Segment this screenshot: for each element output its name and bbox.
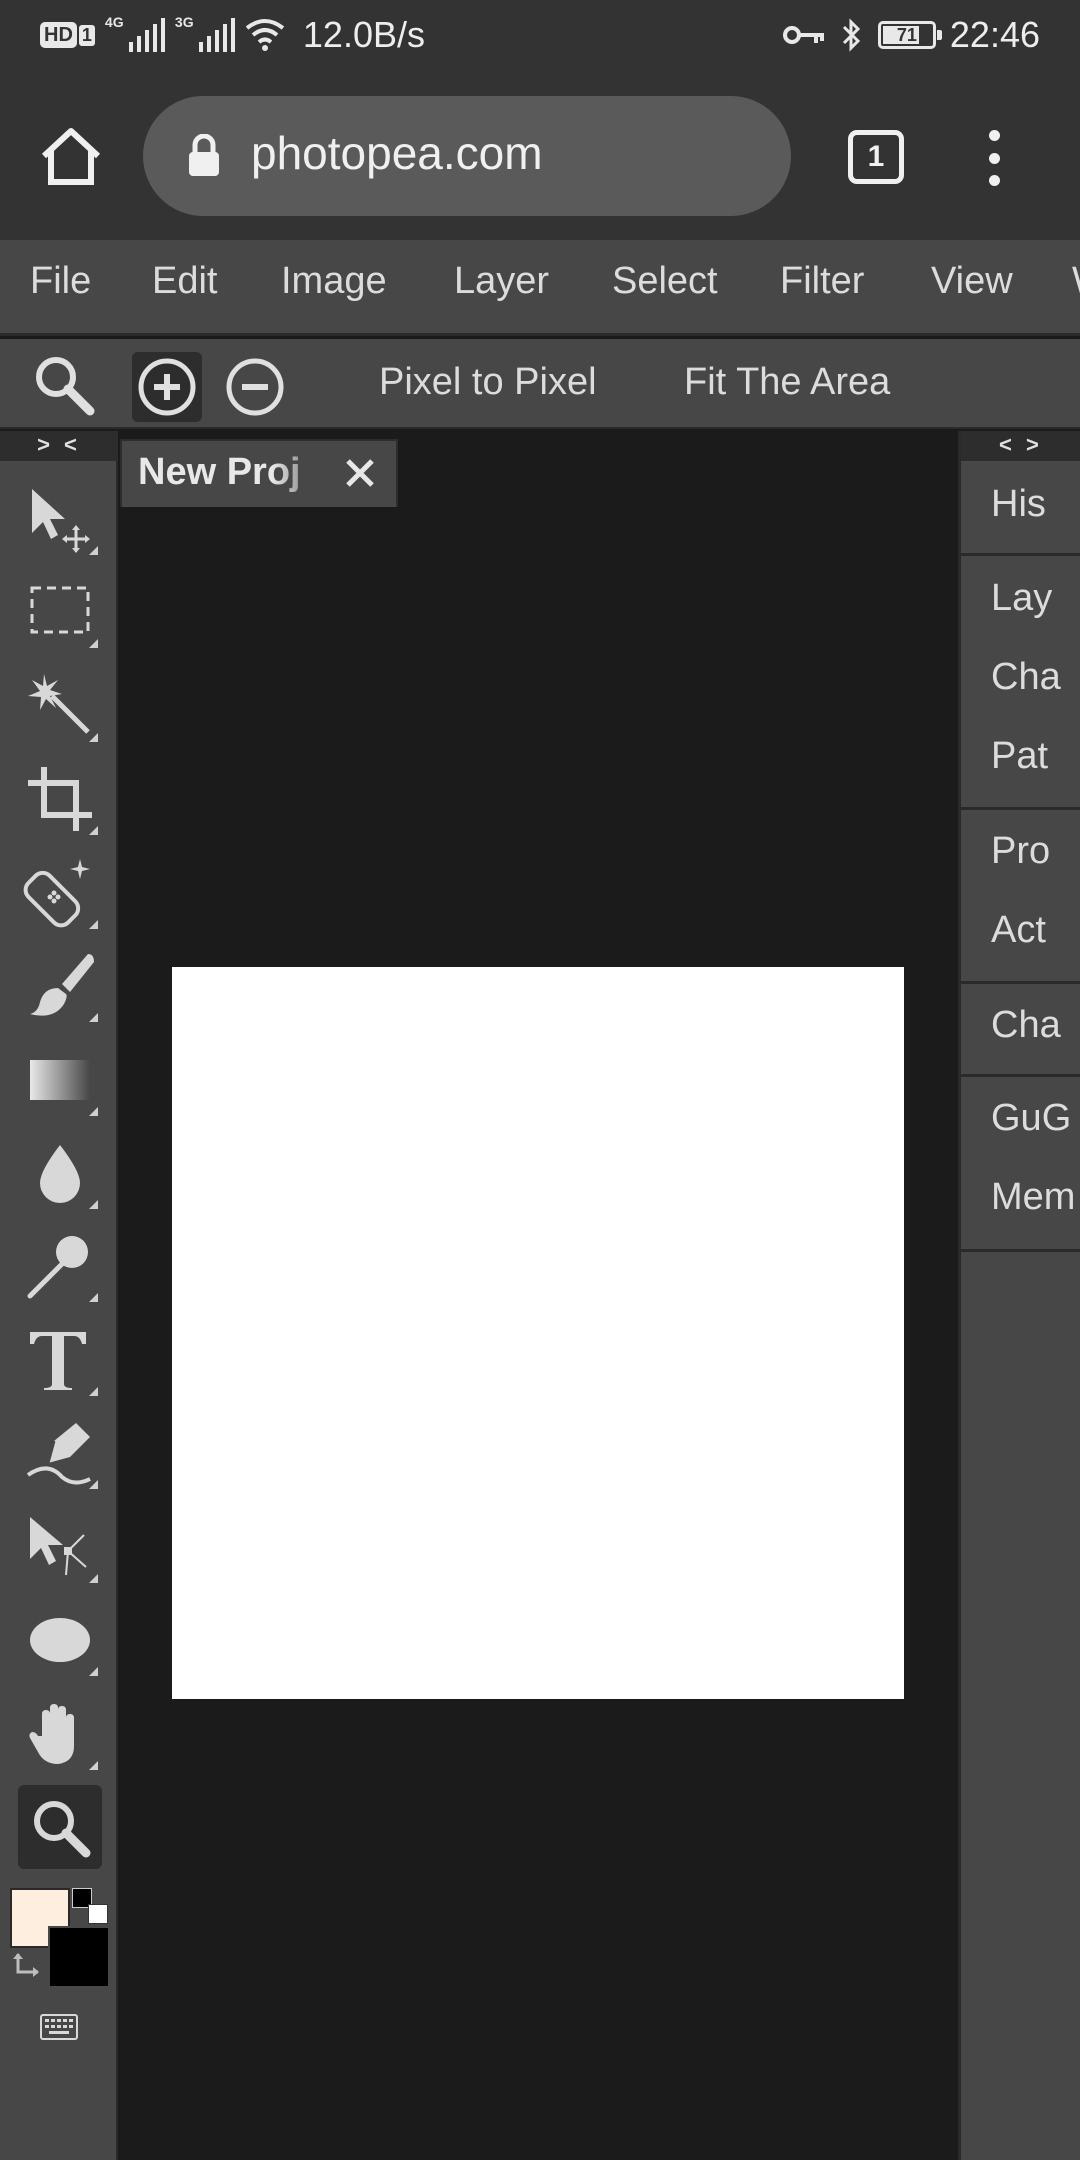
zoom-in-button[interactable] xyxy=(132,352,202,422)
status-bar: HD 1 4G 3G 12.0B/s 71 22:46 xyxy=(0,0,1080,76)
hand-tool-button[interactable] xyxy=(18,1692,102,1776)
url-text: photopea.com xyxy=(251,127,543,179)
pixel-to-pixel-button[interactable]: Pixel to Pixel xyxy=(379,361,597,404)
home-icon[interactable] xyxy=(38,126,104,186)
app-menu-bar: File Edit Image Layer Select Filter View… xyxy=(0,240,1080,336)
menu-edit[interactable]: Edit xyxy=(152,260,217,303)
document-canvas[interactable] xyxy=(172,967,904,1699)
browser-menu-icon[interactable] xyxy=(986,130,1002,186)
panel-actions[interactable]: Act xyxy=(991,909,1046,952)
swap-colors-icon[interactable] xyxy=(12,1950,48,1986)
zoom-out-icon[interactable] xyxy=(220,352,290,422)
signal-4g-icon: 4G xyxy=(105,14,165,52)
move-tool-button[interactable] xyxy=(18,477,102,561)
background-color-swatch[interactable] xyxy=(48,1926,110,1988)
battery-level: 71 xyxy=(896,24,917,45)
sim-indicator: 1 xyxy=(78,24,95,46)
menu-file[interactable]: File xyxy=(30,260,91,303)
dodge-tool-button[interactable] xyxy=(18,1224,102,1308)
panel-memory[interactable]: Mem xyxy=(991,1176,1075,1219)
hd-badge: HD xyxy=(40,22,77,48)
menu-window[interactable]: W xyxy=(1072,260,1080,303)
ellipse-tool-button[interactable] xyxy=(18,1598,102,1682)
default-colors-white[interactable] xyxy=(88,1904,108,1924)
tab-switcher-button[interactable]: 1 xyxy=(848,130,904,184)
healing-tool-button[interactable] xyxy=(18,851,102,935)
url-bar[interactable]: photopea.com xyxy=(143,96,791,216)
tab-count: 1 xyxy=(867,140,885,173)
menu-image[interactable]: Image xyxy=(281,260,387,303)
crop-tool-button[interactable] xyxy=(18,757,102,841)
close-icon[interactable] xyxy=(342,455,378,491)
fit-area-button[interactable]: Fit The Area xyxy=(684,361,890,404)
marquee-tool-button[interactable] xyxy=(18,570,102,654)
panel-paths[interactable]: Pat xyxy=(991,735,1048,778)
bluetooth-icon xyxy=(842,18,861,52)
panel-character[interactable]: Cha xyxy=(991,1004,1061,1047)
panel-layers[interactable]: Lay xyxy=(991,577,1052,620)
blur-tool-button[interactable] xyxy=(18,1131,102,1215)
keyboard-icon[interactable] xyxy=(40,2014,78,2040)
zoom-icon xyxy=(34,1801,91,1858)
battery-icon: 71 xyxy=(877,21,942,49)
vpn-key-icon xyxy=(782,26,824,44)
menu-select[interactable]: Select xyxy=(612,260,718,303)
magic-wand-tool-button[interactable] xyxy=(18,664,102,748)
side-panels: < > His Lay Cha Pat Pro Act Cha GuG Mem xyxy=(958,431,1080,2160)
options-bar: Pixel to Pixel Fit The Area xyxy=(0,339,1080,429)
brush-tool-button[interactable] xyxy=(18,944,102,1028)
toolbar-collapse-toggle[interactable]: > < xyxy=(0,431,118,461)
browser-toolbar: photopea.com 1 xyxy=(0,76,1080,240)
panel-collapse-toggle[interactable]: < > xyxy=(961,431,1080,461)
clock: 22:46 xyxy=(949,14,1040,55)
lock-icon xyxy=(189,134,219,176)
pen-tool-button[interactable] xyxy=(18,1411,102,1495)
panel-history[interactable]: His xyxy=(991,483,1046,526)
zoom-tool-icon xyxy=(36,357,95,416)
panel-properties[interactable]: Pro xyxy=(991,830,1050,873)
wifi-icon xyxy=(245,19,285,51)
canvas-workspace[interactable] xyxy=(120,507,958,2160)
menu-view[interactable]: View xyxy=(931,260,1013,303)
zoom-tool-button[interactable] xyxy=(18,1785,102,1869)
zoom-in-icon xyxy=(138,358,196,416)
signal-3g-icon: 3G xyxy=(175,14,235,52)
path-select-tool-button[interactable] xyxy=(18,1505,102,1589)
network-speed: 12.0B/s xyxy=(302,14,425,55)
document-tabs: New Proj xyxy=(118,431,960,507)
document-tab[interactable]: New Proj xyxy=(120,439,398,507)
menu-filter[interactable]: Filter xyxy=(780,260,864,303)
type-tool-button[interactable] xyxy=(18,1318,102,1402)
gradient-tool-button[interactable] xyxy=(18,1038,102,1122)
menu-layer[interactable]: Layer xyxy=(454,260,549,303)
panel-gug[interactable]: GuG xyxy=(991,1097,1071,1140)
panel-channels[interactable]: Cha xyxy=(991,656,1061,699)
